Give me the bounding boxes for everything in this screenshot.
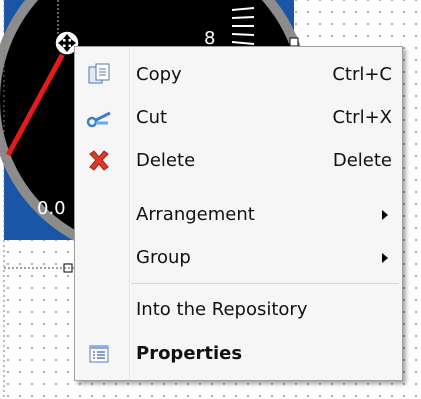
- menu-item-label: Group: [136, 247, 191, 268]
- menu-item-label: Arrangement: [136, 204, 255, 225]
- selection-handle[interactable]: [289, 37, 299, 47]
- menu-item-shortcut: Delete: [332, 150, 392, 171]
- menu-item-properties[interactable]: Properties: [75, 334, 402, 374]
- menu-item-label: Properties: [136, 343, 243, 364]
- menu-item-arrangement[interactable]: Arrangement: [75, 195, 402, 235]
- copy-icon: [88, 63, 110, 84]
- menu-item-label: Copy: [136, 64, 182, 85]
- menu-item-shortcut: Ctrl+C: [332, 64, 392, 85]
- submenu-arrow-icon: [382, 210, 388, 220]
- context-menu: Copy Ctrl+C Cut Ctrl+X Delete Delete Arr…: [74, 46, 403, 381]
- menu-item-label: Delete: [136, 150, 196, 171]
- menu-item-delete[interactable]: Delete Delete: [75, 141, 402, 181]
- submenu-arrow-icon: [382, 253, 388, 263]
- gauge-scale-label-left: 0.0: [37, 198, 66, 219]
- menu-item-shortcut: Ctrl+X: [332, 107, 392, 128]
- menu-item-into-repository[interactable]: Into the Repository: [75, 290, 402, 330]
- scissors-icon: [86, 111, 111, 128]
- properties-list-icon: [89, 345, 109, 363]
- menu-separator: [131, 283, 399, 284]
- menu-item-cut[interactable]: Cut Ctrl+X: [75, 98, 402, 138]
- menu-item-label: Cut: [136, 107, 168, 128]
- menu-item-label: Into the Repository: [136, 299, 308, 320]
- menu-item-group[interactable]: Group: [75, 238, 402, 278]
- menu-item-copy[interactable]: Copy Ctrl+C: [75, 55, 402, 95]
- delete-x-icon: [89, 150, 109, 171]
